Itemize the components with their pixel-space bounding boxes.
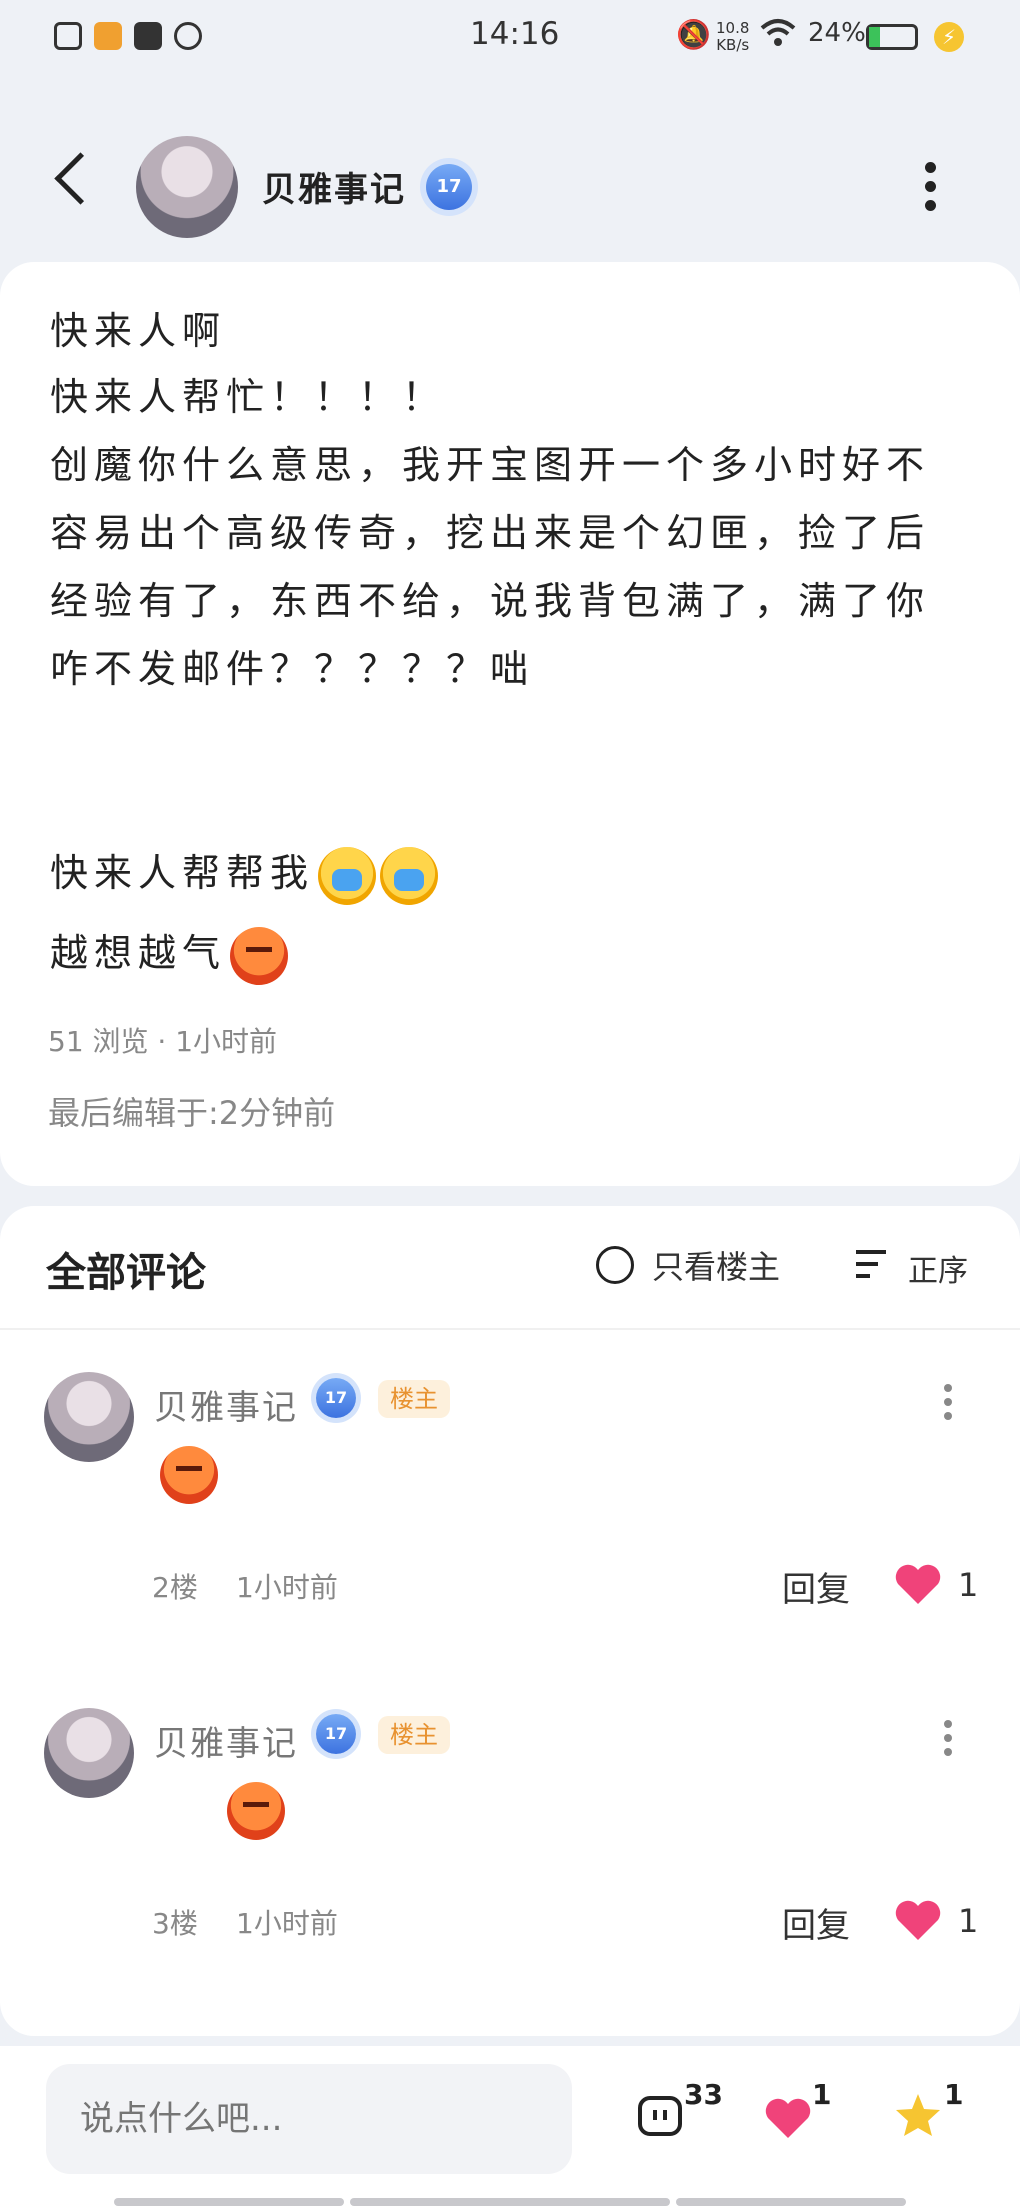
author-avatar[interactable] [136, 136, 238, 238]
comment-count: 33 [684, 2078, 723, 2111]
network-speed-value: 10.8 [716, 19, 750, 37]
post-line: 容易出个高级传奇，挖出来是个幻匣，捡了后 [50, 511, 931, 555]
status-bar: 14:16 🔕 10.8 KB/s 24% ⚡ [0, 0, 1020, 78]
comment-more-icon[interactable] [944, 1720, 952, 1762]
home-indicator [350, 2198, 670, 2206]
post-line: 快来人帮忙！！！！ [50, 375, 447, 419]
star-total: 1 [944, 2078, 964, 2111]
comment-time: 1小时前 [236, 1571, 338, 1604]
post-line: 经验有了，东西不给，说我背包满了，满了你 [50, 579, 931, 623]
heart-icon[interactable] [894, 1562, 942, 1606]
op-badge: 楼主 [378, 1380, 450, 1418]
battery-percent: 24% [808, 18, 866, 48]
heart-icon[interactable] [894, 1898, 942, 1942]
home-indicator [676, 2198, 906, 2206]
comments-title: 全部评论 [46, 1250, 206, 1296]
crying-emoji-icon [380, 846, 439, 905]
post-line: 创魔你什么意思，我开宝图开一个多小时好不 [50, 443, 931, 487]
comment-avatar[interactable] [44, 1372, 134, 1462]
author-name[interactable]: 贝雅事记 [262, 162, 406, 211]
comment-floor: 3楼 [152, 1907, 198, 1940]
more-icon[interactable] [925, 162, 937, 219]
post-line: 咋不发邮件？？？？？咄 [50, 647, 535, 691]
crying-emoji-icon [318, 846, 377, 905]
divider [0, 1328, 1020, 1330]
battery-level [869, 27, 881, 47]
only-op-label[interactable]: 只看楼主 [652, 1242, 780, 1288]
reply-button[interactable]: 回复 [782, 1898, 850, 1947]
angry-emoji-icon [160, 1446, 218, 1504]
comment-author[interactable]: 贝雅事记 [154, 1380, 298, 1429]
post-line: 快来人啊 [50, 309, 227, 353]
level-badge: 17 [316, 1378, 356, 1418]
back-icon[interactable] [54, 152, 107, 205]
status-time: 14:16 [470, 16, 560, 52]
network-speed: 10.8 KB/s [716, 20, 749, 54]
charging-icon: ⚡ [934, 22, 964, 52]
like-icon[interactable] [764, 2096, 812, 2140]
comment-time: 1小时前 [236, 1907, 338, 1940]
star-icon[interactable] [894, 2092, 942, 2136]
like-total: 1 [812, 2078, 832, 2111]
link-icon [174, 22, 202, 50]
network-speed-unit: KB/s [716, 36, 750, 54]
home-indicator [114, 2198, 344, 2206]
only-op-radio[interactable] [596, 1246, 634, 1284]
comment-avatar[interactable] [44, 1708, 134, 1798]
post-views: 51 浏览 · 1小时前 [48, 1025, 278, 1058]
comment-more-icon[interactable] [944, 1384, 952, 1426]
level-badge: 17 [316, 1714, 356, 1754]
sort-label[interactable]: 正序 [908, 1246, 968, 1290]
wifi-icon [760, 18, 796, 55]
video-app-icon [134, 22, 162, 50]
angry-emoji-icon [227, 1782, 286, 1840]
comment-icon[interactable] [636, 2094, 684, 2138]
post-edited: 最后编辑于:2分钟前 [48, 1094, 336, 1132]
angry-emoji-icon [230, 926, 289, 985]
post-line: 越想越气 [50, 931, 227, 975]
comment-floor: 2楼 [152, 1571, 198, 1604]
post-line-with-emoji: 越想越气 [50, 922, 289, 985]
level-badge: 17 [426, 164, 472, 210]
like-count: 1 [958, 1566, 979, 1604]
sort-icon[interactable] [856, 1250, 890, 1282]
reply-button[interactable]: 回复 [782, 1562, 850, 1611]
comment-input[interactable] [46, 2064, 572, 2174]
post-line-with-emoji: 快来人帮帮我 [50, 842, 439, 905]
like-count: 1 [958, 1902, 979, 1940]
mute-icon: 🔕 [676, 18, 711, 51]
battery-icon [866, 24, 918, 50]
op-badge: 楼主 [378, 1716, 450, 1754]
sim-icon [54, 22, 82, 50]
app-notification-icon [94, 22, 122, 50]
post-line: 快来人帮帮我 [50, 851, 315, 895]
comment-author[interactable]: 贝雅事记 [154, 1716, 298, 1765]
